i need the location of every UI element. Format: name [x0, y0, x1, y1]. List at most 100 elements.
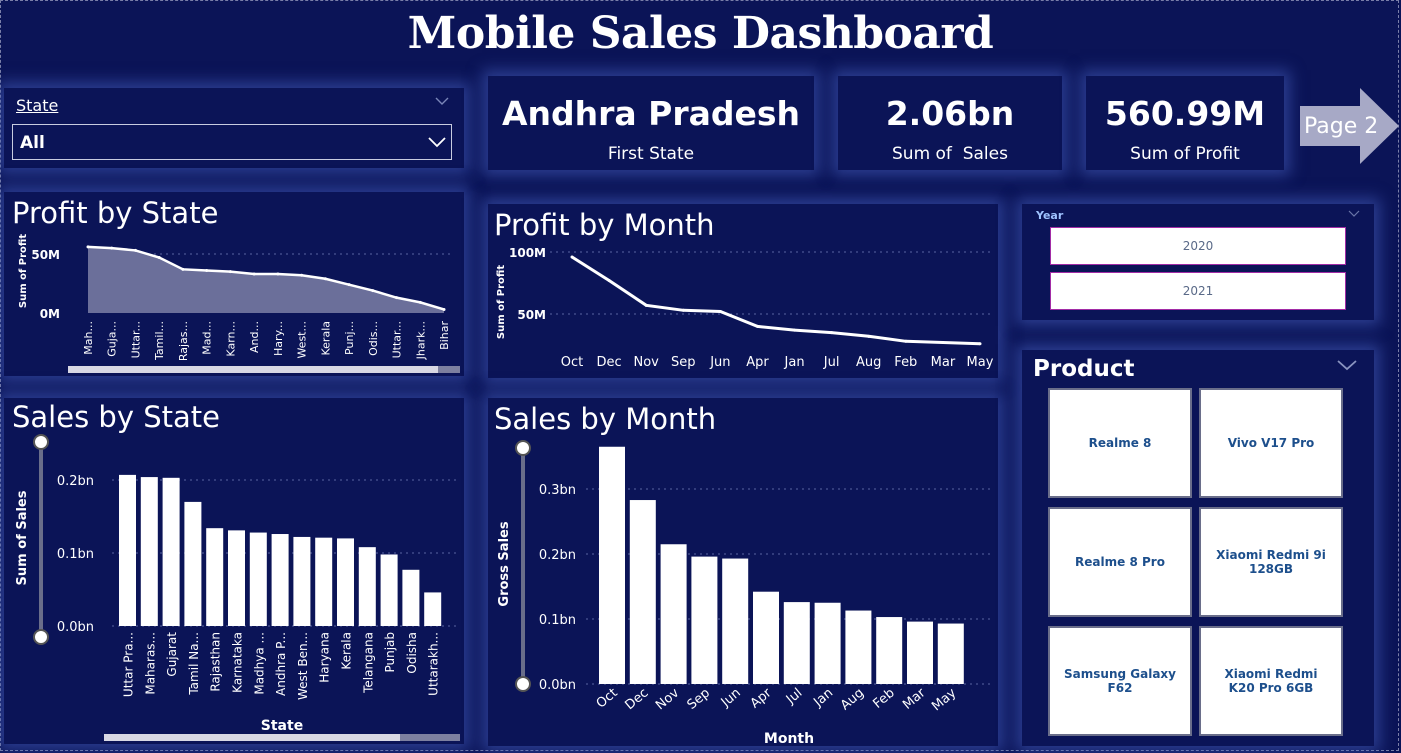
x-tick-label: Punjab [383, 632, 397, 673]
product-tile-xiaomi-redmi-k20[interactable]: Xiaomi Redmi K20 Pro 6GB [1199, 626, 1343, 736]
state-filter-value: All [20, 133, 45, 153]
slider-handle-bottom[interactable] [33, 629, 49, 645]
sales-value: 2.06bn [885, 94, 1015, 133]
area-fill [88, 246, 444, 313]
x-tick-label: Telangana [361, 632, 375, 694]
x-tick-label: And... [248, 321, 261, 353]
data-point [418, 300, 422, 304]
x-tick-label: Kerala [340, 632, 354, 670]
x-tick-label: Bihar [438, 321, 451, 350]
x-tick-label: Punj... [343, 321, 356, 355]
x-axis-title: Month [764, 731, 814, 746]
bar [907, 621, 933, 684]
product-tile-xiaomi-redmi-9i[interactable]: Xiaomi Redmi 9i 128GB [1199, 507, 1343, 617]
sales-by-month-panel: Sales by Month 0.3bn 0.2bn 0.1bn 0.0bn Gross… [488, 398, 998, 746]
bar [249, 532, 267, 626]
data-point [347, 283, 351, 287]
x-tick-label: Guja... [106, 321, 119, 357]
product-tile-vivo-v17-pro[interactable]: Vivo V17 Pro [1199, 388, 1343, 498]
data-point [205, 269, 209, 272]
data-point [867, 334, 871, 338]
bar [140, 477, 158, 626]
x-tick-label: Uttar... [129, 321, 142, 358]
slider-handle-top[interactable] [515, 440, 531, 456]
data-point [157, 256, 161, 260]
vertical-range-slider[interactable] [39, 438, 43, 638]
data-point [904, 339, 908, 343]
slider-handle-bottom[interactable] [515, 676, 531, 692]
chevron-down-icon[interactable] [1348, 210, 1360, 218]
x-tick-label: Sep [671, 355, 696, 370]
bar [722, 558, 749, 684]
vertical-range-slider[interactable] [521, 444, 525, 684]
y-axis-title: Sum of Profit [18, 234, 29, 308]
year-slicer-label: Year [1036, 209, 1064, 222]
y-tick-label: 0.3bn [539, 483, 576, 498]
scrollbar-thumb[interactable] [68, 366, 438, 373]
chevron-down-icon [428, 137, 446, 148]
x-tick-label: Karnataka [231, 632, 245, 693]
x-tick-label: Mar [900, 685, 929, 713]
bar [162, 477, 180, 626]
year-option-2020[interactable]: 2020 [1050, 227, 1346, 265]
horizontal-scrollbar[interactable] [68, 366, 460, 373]
bar [783, 602, 810, 684]
horizontal-scrollbar[interactable] [104, 734, 460, 741]
bar [184, 501, 202, 626]
x-tick-label: Nov [633, 355, 659, 370]
data-point [395, 296, 399, 300]
x-tick-label: Apr [748, 685, 775, 711]
y-tick-label: 0M [40, 307, 60, 321]
y-tick-label: 50M [31, 248, 60, 262]
data-point [718, 310, 722, 314]
state-filter-dropdown[interactable]: All [12, 124, 452, 160]
y-axis-title: Sum of Profit [496, 265, 507, 339]
data-point [252, 272, 256, 276]
x-tick-label: Aug [856, 355, 881, 370]
page-2-button[interactable]: Page 2 [1300, 88, 1400, 164]
x-tick-label: Odisha [405, 632, 419, 674]
chevron-down-icon[interactable] [1336, 359, 1358, 371]
data-point [110, 246, 114, 250]
bar [358, 547, 376, 626]
x-tick-label: Madhya ... [252, 632, 266, 695]
x-tick-label: Feb [870, 686, 897, 712]
profit-card: 560.99M Sum of Profit [1086, 76, 1284, 170]
x-tick-label: Oct [594, 686, 621, 712]
product-tile-realme-8[interactable]: Realme 8 [1048, 388, 1192, 498]
data-point [133, 248, 137, 252]
x-tick-label: Rajas... [177, 321, 190, 361]
x-tick-label: Mar [931, 355, 956, 370]
first-state-value: Andhra Pradesh [501, 94, 801, 133]
x-tick-label: Jhark... [414, 321, 427, 360]
x-tick-label: Jan [810, 686, 836, 711]
profit-by-month-panel: Profit by Month 100M 50M Sum of Profit Oct D… [488, 204, 998, 378]
x-tick-label: Haryana [318, 632, 332, 683]
year-option-2021[interactable]: 2021 [1050, 272, 1346, 310]
x-tick-label: Jul [823, 355, 840, 370]
data-point [755, 324, 759, 328]
x-tick-label: Dec [622, 686, 651, 714]
bar [691, 556, 718, 684]
data-point [371, 289, 375, 293]
x-tick-label: Jul [783, 686, 805, 708]
y-tick-label: 0.2bn [539, 548, 576, 563]
bar [206, 528, 224, 626]
first-state-label: First State [607, 144, 695, 164]
x-tick-label: Rajasthan [209, 632, 223, 692]
profit-value: 560.99M [1104, 94, 1266, 133]
x-tick-label: Nov [653, 685, 682, 713]
data-point [323, 277, 327, 281]
x-tick-label: West... [296, 321, 309, 359]
slider-handle-top[interactable] [33, 434, 49, 450]
chevron-down-icon[interactable] [434, 96, 450, 106]
scrollbar-thumb[interactable] [104, 734, 400, 741]
bar [337, 538, 354, 626]
x-tick-label: Andhra P... [274, 632, 288, 696]
x-tick-label: Apr [746, 355, 769, 370]
sales-by-state-panel: Sales by State 0.2bn 0.1bn 0.0bn Sum of Sal… [4, 398, 464, 744]
product-tile-realme-8-pro[interactable]: Realme 8 Pro [1048, 507, 1192, 617]
data-point [793, 328, 797, 332]
product-tile-samsung-galaxy-f62[interactable]: Samsung Galaxy F62 [1048, 626, 1192, 736]
x-axis-title: State [261, 718, 303, 734]
